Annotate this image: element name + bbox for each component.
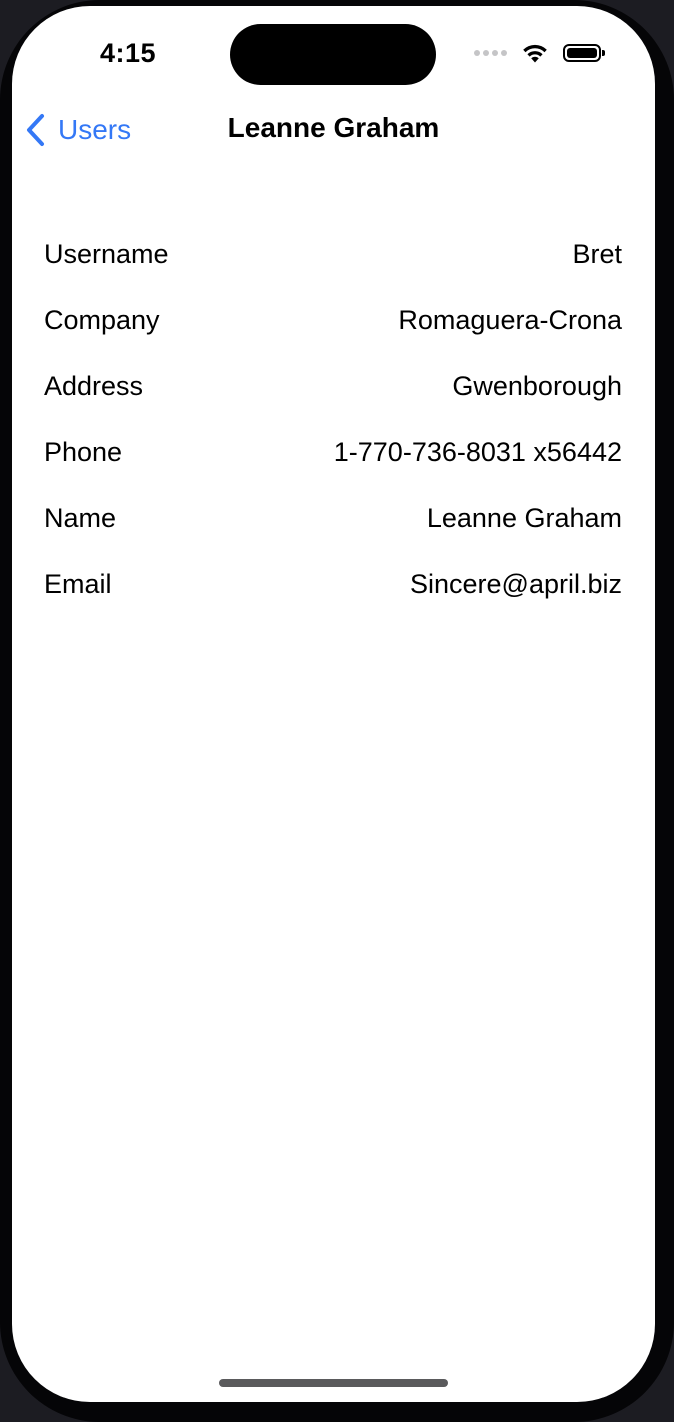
battery-icon: [563, 44, 605, 62]
detail-label: Company: [44, 304, 160, 335]
detail-label: Email: [44, 568, 112, 599]
cellular-signal-icon: [474, 50, 507, 56]
detail-value: 1-770-736-8031 x56442: [333, 436, 622, 467]
detail-row-email: Email Sincere@april.biz: [44, 551, 622, 617]
detail-value: Bret: [572, 238, 622, 269]
detail-label: Address: [44, 370, 144, 401]
detail-value: Romaguera-Crona: [398, 304, 622, 335]
wifi-icon: [523, 44, 547, 63]
detail-value: Gwenborough: [452, 370, 622, 401]
page-title: Leanne Graham: [227, 112, 440, 143]
home-indicator[interactable]: [219, 1379, 448, 1387]
detail-row-username: Username Bret: [44, 221, 622, 287]
app-screen: 4:15 Users Leanne Graham Username Bret C…: [12, 6, 655, 1402]
detail-label: Name: [44, 502, 117, 533]
detail-label: Username: [44, 238, 169, 269]
detail-row-company: Company Romaguera-Crona: [44, 287, 622, 353]
detail-value: Leanne Graham: [426, 502, 622, 533]
detail-value: Sincere@april.biz: [410, 568, 622, 599]
status-icons: [474, 40, 605, 66]
detail-row-address: Address Gwenborough: [44, 353, 622, 419]
status-time: 4:15: [100, 38, 157, 68]
device-frame: 4:15 Users Leanne Graham Username Bret C…: [0, 0, 674, 1422]
user-details-list: Username Bret Company Romaguera-Crona Ad…: [44, 221, 622, 617]
detail-row-name: Name Leanne Graham: [44, 485, 622, 551]
detail-label: Phone: [44, 436, 123, 467]
dynamic-island: [230, 24, 436, 85]
detail-row-phone: Phone 1-770-736-8031 x56442: [44, 419, 622, 485]
